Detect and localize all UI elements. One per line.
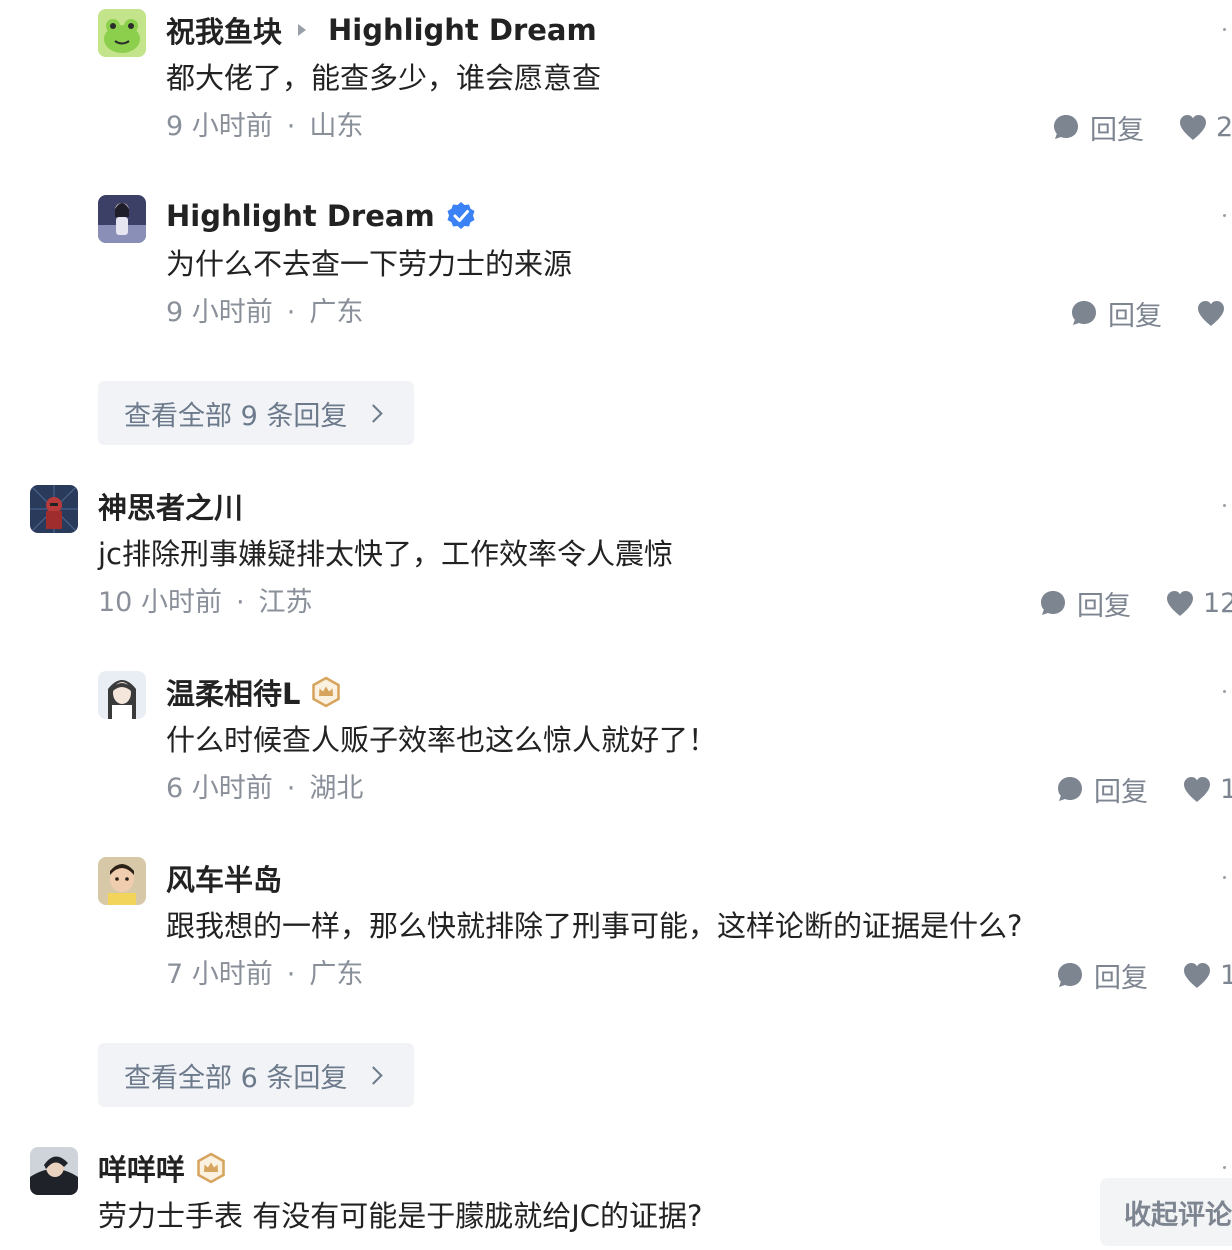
user-photo-icon	[30, 485, 78, 533]
comment-time: 9 小时前	[166, 297, 273, 328]
comment-actions: 回复 1	[1056, 769, 1232, 809]
comment-actions: 回复 1	[1056, 955, 1232, 995]
comment-content: jc排除刑事嫌疑排太快了，工作效率令人震惊	[98, 537, 674, 571]
meta-separator: ·	[235, 587, 245, 618]
avatar[interactable]	[98, 195, 146, 243]
heart-icon	[1184, 963, 1210, 988]
view-all-replies-button[interactable]: 查看全部 9 条回复	[98, 381, 414, 445]
comment-time: 6 小时前	[166, 773, 273, 804]
comment-meta: 10 小时前 · 江苏	[98, 583, 313, 623]
avatar[interactable]	[98, 857, 146, 905]
meta-separator: ·	[286, 297, 296, 328]
comment-bubble-icon	[1041, 591, 1065, 615]
comment-author[interactable]: 祝我鱼块	[166, 9, 282, 51]
comment-actions: 回复 12	[1039, 583, 1232, 623]
comment-actions: 回复 2	[1052, 107, 1232, 147]
comment-content: 劳力士手表 有没有可能是于朦胧就给JC的证据?	[98, 1199, 703, 1233]
frog-avatar-icon	[98, 9, 146, 57]
comment-content: 跟我想的一样，那么快就排除了刑事可能，这样论断的证据是什么?	[166, 909, 1023, 943]
meta-separator: ·	[286, 773, 296, 804]
comment-meta: 9 小时前 · 广东	[166, 293, 363, 333]
like-count: 1	[1220, 773, 1232, 805]
reply-label: 回复	[1094, 776, 1148, 808]
comment-meta: 6 小时前 · 湖北	[166, 769, 363, 809]
collapse-comments-button[interactable]: 收起评论	[1100, 1178, 1232, 1246]
user-photo-icon	[98, 195, 146, 243]
reply-button[interactable]: 回复	[1056, 770, 1148, 809]
more-options-icon[interactable]	[1223, 28, 1226, 31]
user-photo-icon	[98, 857, 146, 905]
like-count: 12	[1203, 587, 1232, 619]
comment-time: 9 小时前	[166, 111, 273, 142]
user-photo-icon	[98, 671, 146, 719]
comment-bubble-icon	[1058, 963, 1082, 987]
like-button[interactable]: 12	[1165, 588, 1232, 619]
crown-badge-icon	[312, 676, 341, 708]
comment-bubble-icon	[1058, 777, 1082, 801]
heart-icon	[1167, 591, 1193, 616]
like-count: 2	[1216, 111, 1232, 143]
collapse-comments-label: 收起评论	[1124, 1199, 1232, 1231]
user-photo-icon	[30, 1147, 78, 1195]
more-options-icon[interactable]	[1223, 214, 1226, 217]
comment-content: 什么时候查人贩子效率也这么惊人就好了！	[166, 723, 718, 757]
comment-author[interactable]: 温柔相待L	[166, 671, 300, 713]
comment-bubble-icon	[1072, 301, 1096, 325]
comment-time: 7 小时前	[166, 959, 273, 990]
like-button[interactable]: 1	[1182, 960, 1232, 991]
comment-author[interactable]: 风车半岛	[166, 857, 282, 899]
reply-button[interactable]: 回复	[1056, 956, 1148, 995]
crown-badge-icon	[197, 1152, 225, 1184]
comment-author[interactable]: Highlight Dream	[166, 199, 435, 233]
chevron-right-icon	[364, 403, 384, 423]
meta-separator: ·	[286, 959, 296, 990]
like-button[interactable]: 1	[1182, 774, 1232, 805]
comment-location: 广东	[309, 959, 364, 990]
comment-meta: 9 小时前 · 山东	[166, 107, 363, 147]
meta-separator: ·	[286, 111, 296, 142]
avatar[interactable]	[30, 485, 78, 533]
reply-arrow-icon	[298, 24, 307, 36]
heart-icon	[1180, 115, 1206, 140]
more-options-icon[interactable]	[1223, 1166, 1226, 1169]
heart-icon	[1184, 777, 1210, 802]
more-options-icon[interactable]	[1223, 876, 1226, 879]
chevron-right-icon	[364, 1065, 384, 1085]
comment-meta: 7 小时前 · 广东	[166, 955, 363, 995]
comment-actions: 回复	[1070, 293, 1232, 333]
like-button[interactable]	[1196, 299, 1232, 327]
reply-label: 回复	[1090, 114, 1144, 146]
more-options-icon[interactable]	[1223, 504, 1226, 507]
view-all-label: 查看全部 9 条回复	[124, 400, 348, 432]
comment-bubble-icon	[1054, 115, 1078, 139]
comment-time: 10 小时前	[98, 587, 222, 618]
comment-location: 山东	[309, 111, 364, 142]
reply-label: 回复	[1077, 590, 1131, 622]
comment-location: 湖北	[309, 773, 364, 804]
avatar[interactable]	[98, 9, 146, 57]
comment-content: 为什么不去查一下劳力士的来源	[166, 247, 573, 281]
verified-badge-icon	[447, 202, 475, 229]
reply-label: 回复	[1108, 300, 1162, 332]
heart-icon	[1198, 301, 1224, 326]
comment-author[interactable]: 咩咩咩	[98, 1147, 185, 1189]
comment-location: 广东	[309, 297, 364, 328]
like-button[interactable]: 2	[1178, 112, 1232, 143]
reply-button[interactable]: 回复	[1039, 584, 1131, 623]
comment-location: 江苏	[258, 587, 313, 618]
view-all-replies-button[interactable]: 查看全部 6 条回复	[98, 1043, 414, 1107]
reply-button[interactable]: 回复	[1070, 294, 1162, 333]
view-all-label: 查看全部 6 条回复	[124, 1062, 348, 1094]
avatar[interactable]	[30, 1147, 78, 1195]
reply-target[interactable]: Highlight Dream	[328, 13, 597, 47]
comment-author[interactable]: 神思者之川	[98, 485, 243, 527]
reply-label: 回复	[1094, 962, 1148, 994]
avatar[interactable]	[98, 671, 146, 719]
more-options-icon[interactable]	[1223, 690, 1226, 693]
like-count: 1	[1220, 959, 1232, 991]
comment-content: 都大佬了，能查多少，谁会愿意查	[166, 61, 602, 95]
reply-button[interactable]: 回复	[1052, 108, 1144, 147]
